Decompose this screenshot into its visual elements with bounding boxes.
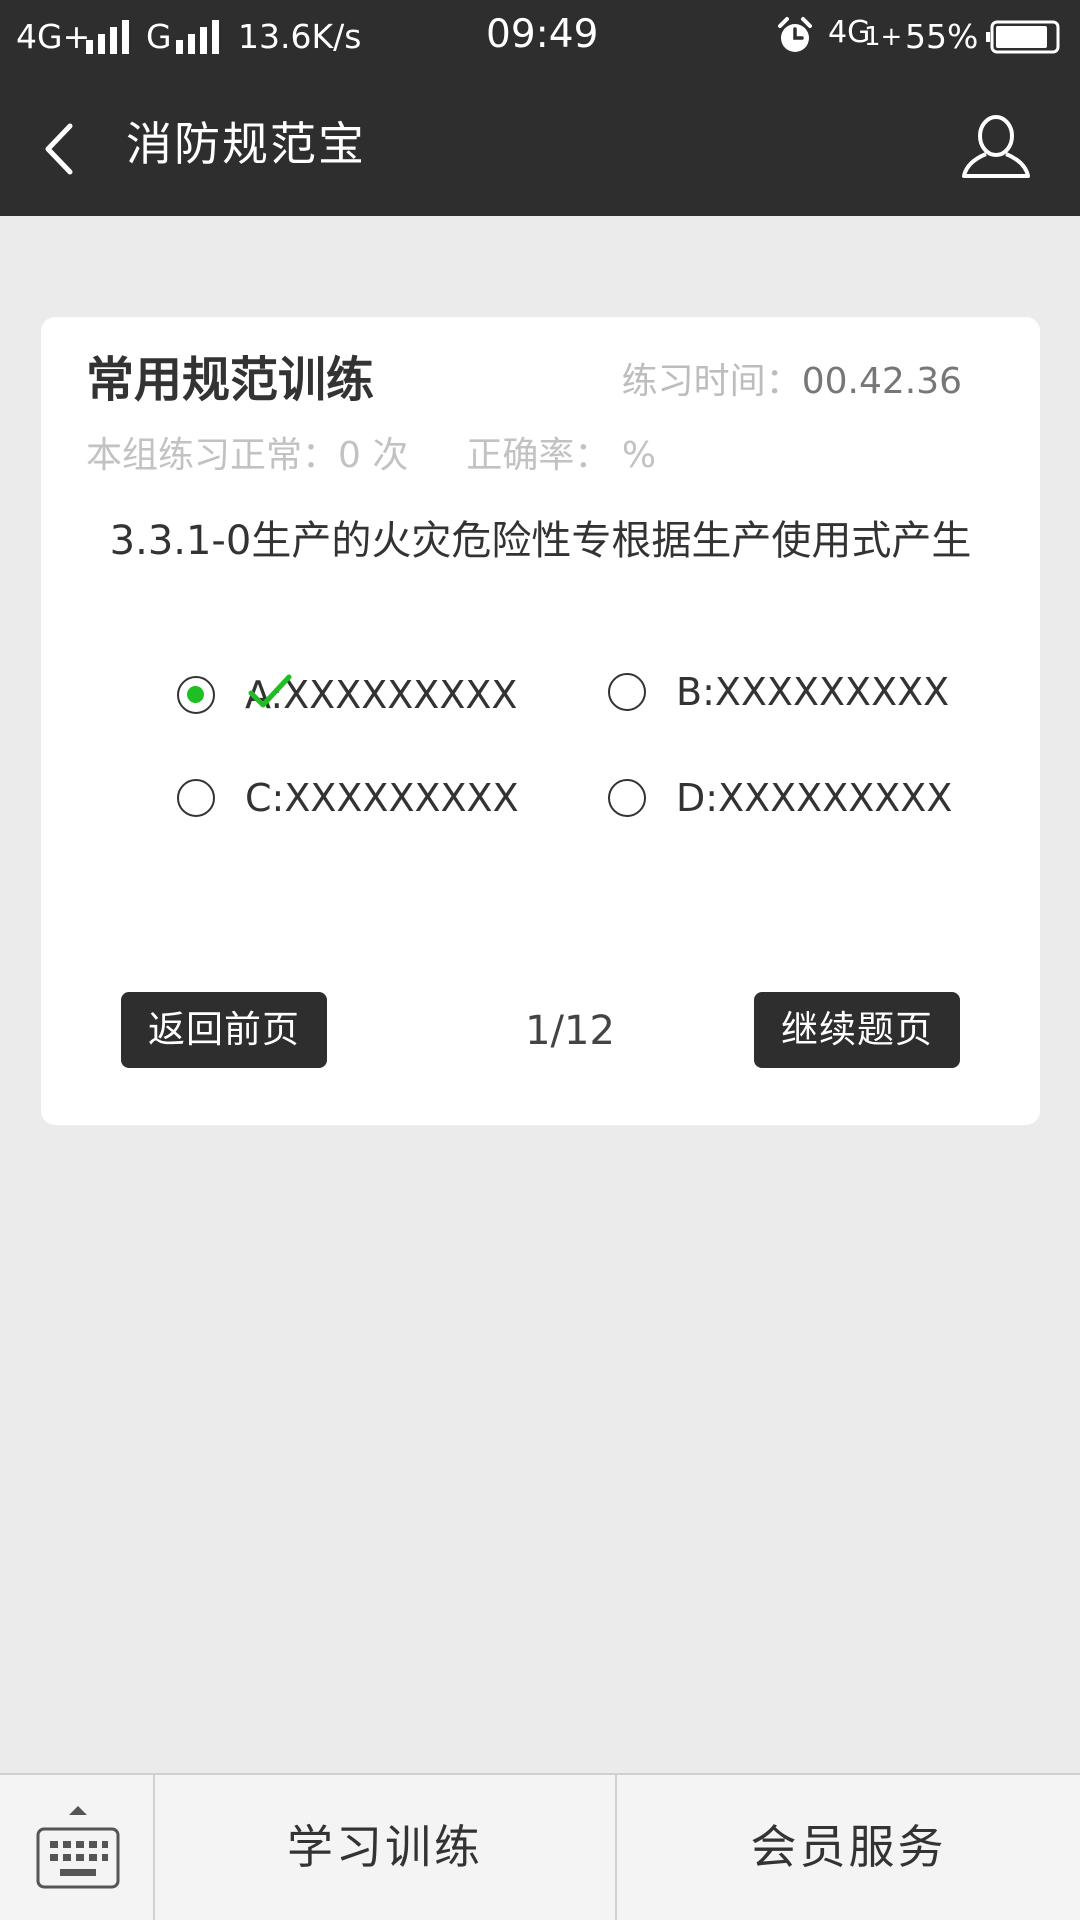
practice-time: 练习时间：00.42.36: [622, 357, 962, 407]
option-c[interactable]: C:XXXXXXXXX: [177, 768, 519, 828]
network-type-3-suffix: 1+: [864, 22, 903, 52]
practice-time-value: 00.42.36: [801, 361, 962, 402]
clock: 09:49: [486, 12, 599, 57]
option-c-radio[interactable]: [177, 779, 215, 817]
signal-icon: [86, 20, 134, 54]
option-b-radio[interactable]: [608, 673, 646, 711]
stats-row: 本组练习正常：0 次 正确率： %: [86, 431, 656, 481]
user-icon: [962, 115, 1030, 178]
network-type-1: 4G+: [16, 17, 91, 56]
stats-unit: 次: [372, 435, 409, 476]
practice-card: 常用规范训练 练习时间：00.42.36 本组练习正常：0 次 正确率： % 3.…: [41, 317, 1040, 1125]
option-a-radio[interactable]: [177, 676, 215, 714]
question-text: 3.3.1-0生产的火灾危险性专根据生产使用式产生: [109, 518, 972, 564]
option-b[interactable]: B:XXXXXXXXX: [608, 662, 950, 722]
bottom-nav: 学习训练 会员服务: [0, 1773, 1080, 1920]
option-d-label: D:XXXXXXXXX: [676, 776, 953, 820]
option-b-label: B:XXXXXXXXX: [676, 670, 950, 714]
accuracy-label: 正确率：: [466, 435, 611, 476]
signal-icon: [176, 20, 224, 54]
practice-time-label: 练习时间：: [621, 361, 802, 402]
stats-count: 0: [338, 435, 361, 476]
option-c-label: C:XXXXXXXXX: [245, 776, 519, 820]
battery-icon: [986, 20, 1060, 54]
keyboard-toggle-button[interactable]: [0, 1775, 155, 1920]
option-d[interactable]: D:XXXXXXXXX: [608, 768, 952, 828]
chevron-up-icon: [69, 1806, 87, 1815]
tab-study-training[interactable]: 学习训练: [155, 1775, 617, 1920]
stats-label: 本组练习正常：: [86, 435, 339, 476]
network-type-2: G: [146, 17, 172, 56]
option-d-radio[interactable]: [608, 779, 646, 817]
page-indicator: 1/12: [525, 1008, 615, 1054]
app-screen: 4G+ G 13.6K/s 09:49 4G 1+ 55% 消防规范宝 常用规范…: [0, 0, 1080, 1920]
next-page-button[interactable]: 继续题页: [754, 992, 960, 1068]
correct-check-icon: [248, 674, 292, 708]
accuracy-value: %: [621, 435, 657, 476]
option-a[interactable]: A:XXXXXXXXX: [177, 665, 517, 725]
card-title: 常用规范训练: [86, 352, 375, 408]
keyboard-icon: [36, 1827, 120, 1889]
title-bar: 消防规范宝: [0, 74, 1080, 216]
app-title: 消防规范宝: [126, 117, 366, 171]
prev-page-button[interactable]: 返回前页: [121, 992, 327, 1068]
back-arrow-icon: [45, 123, 73, 175]
alarm-icon: [778, 17, 812, 52]
network-speed: 13.6K/s: [238, 17, 362, 56]
status-bar: 4G+ G 13.6K/s 09:49 4G 1+ 55%: [0, 0, 1080, 74]
back-button[interactable]: [30, 104, 100, 186]
user-button[interactable]: [958, 104, 1034, 186]
battery-percent: 55%: [905, 17, 979, 56]
tab-member-service[interactable]: 会员服务: [617, 1775, 1080, 1920]
